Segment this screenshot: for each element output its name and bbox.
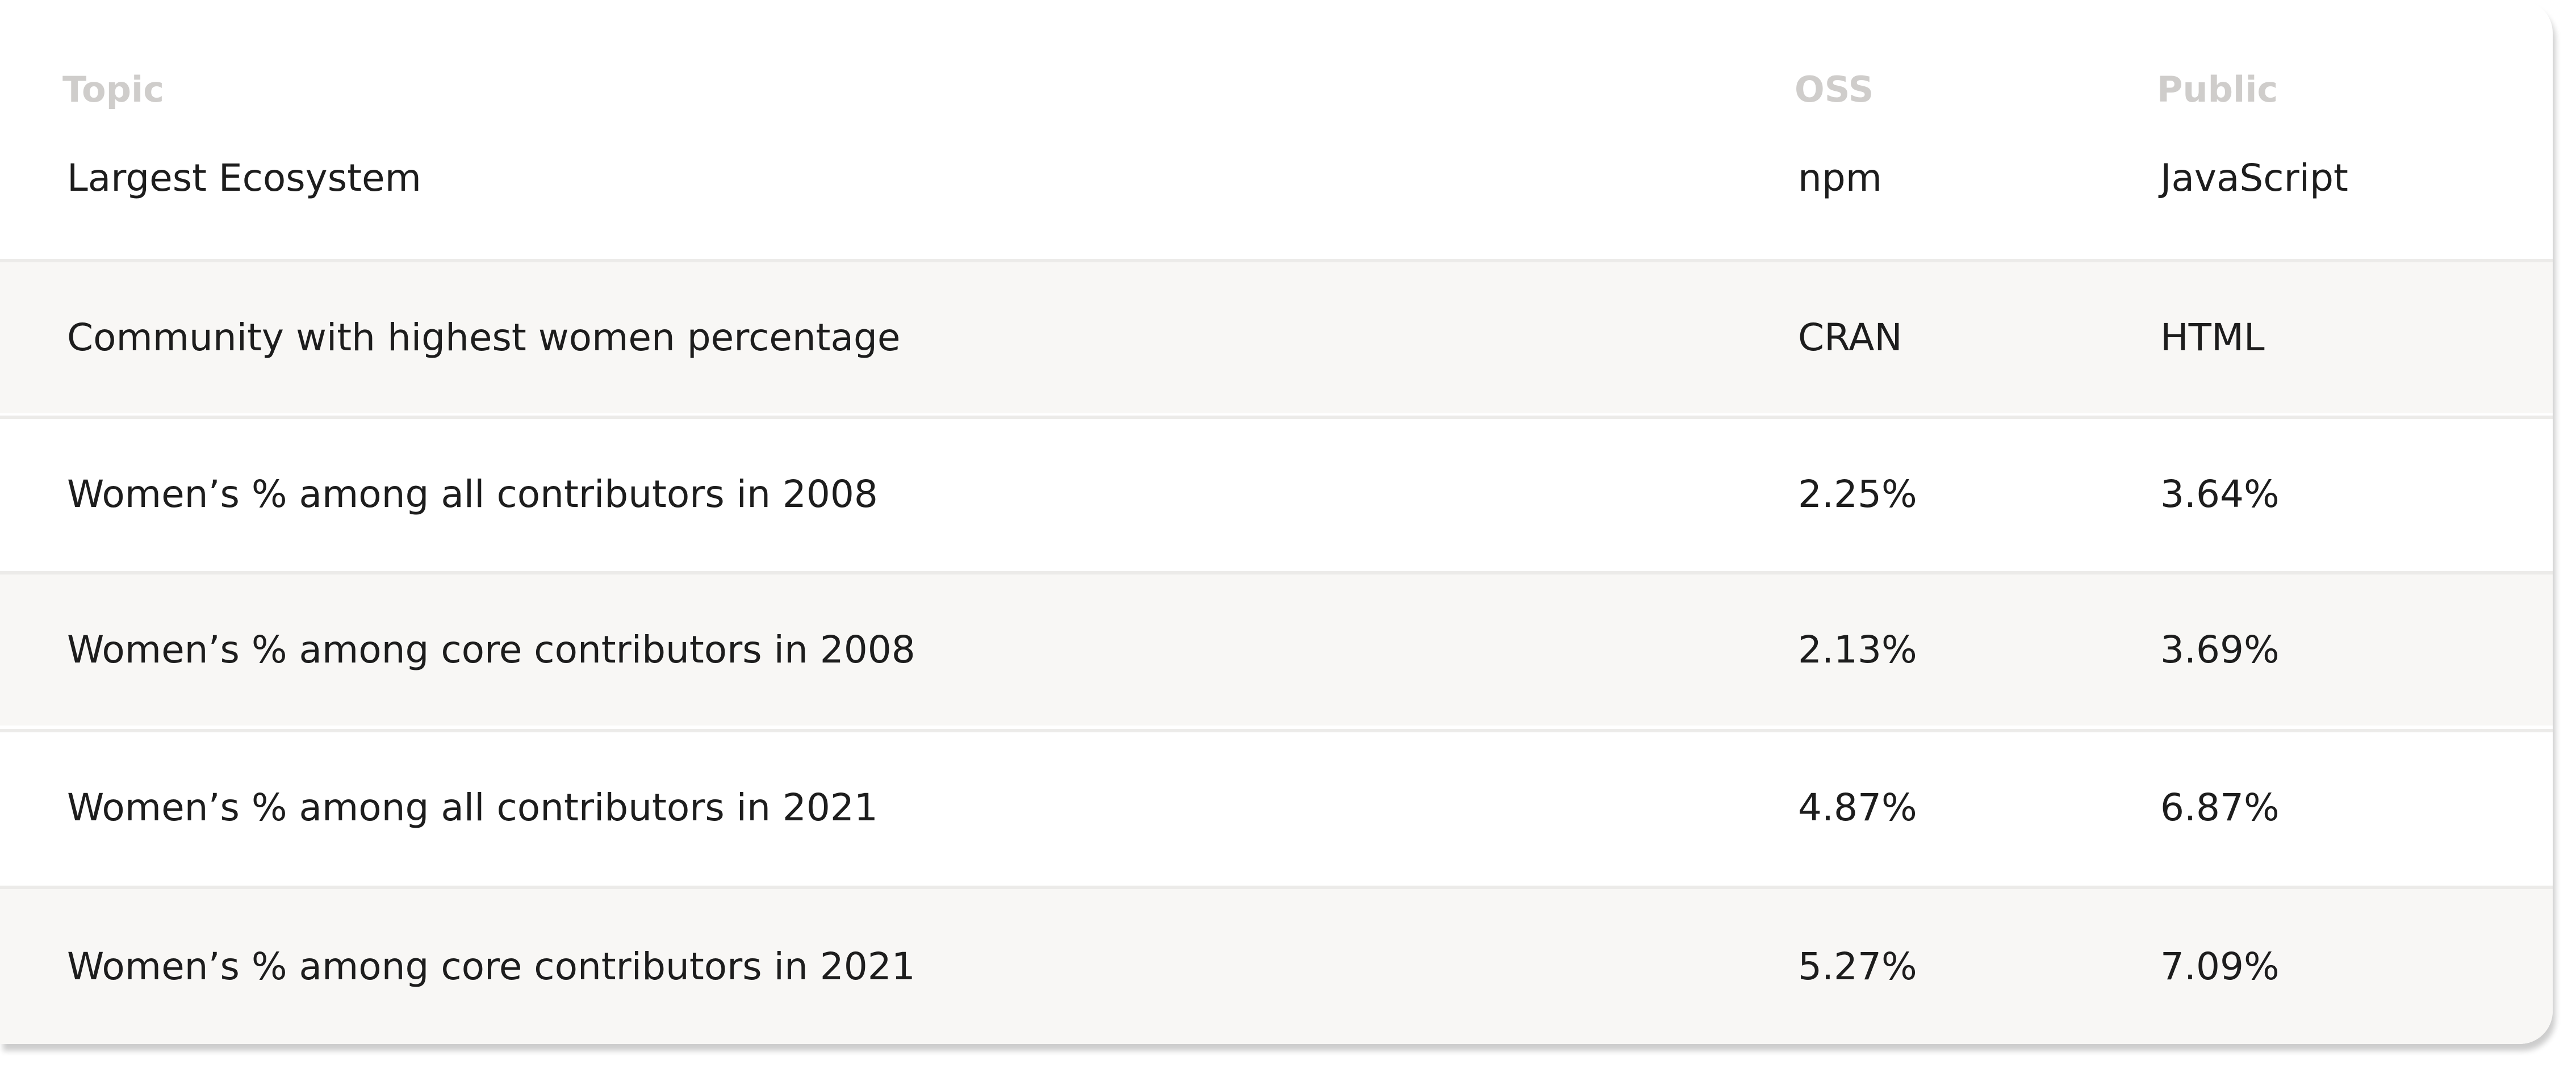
table-row: Women’s % among all contributors in 2008… (0, 416, 2553, 570)
cell-public: 3.69% (2160, 628, 2280, 672)
column-header-topic: Topic (62, 69, 165, 110)
cell-topic: Women’s % among core contributors in 200… (67, 628, 915, 672)
table-row: Women’s % among all contributors in 2021… (0, 729, 2553, 883)
cell-public: 7.09% (2160, 944, 2280, 988)
cell-topic: Community with highest women percentage (67, 316, 901, 359)
cell-oss: CRAN (1798, 316, 1902, 359)
cell-oss: 5.27% (1798, 944, 1917, 988)
comparison-table-card: Topic OSS Public Largest Ecosystem npm J… (0, 0, 2553, 1044)
cell-oss: 4.87% (1798, 786, 1917, 829)
table-row: Women’s % among core contributors in 200… (0, 571, 2553, 726)
cell-oss: npm (1798, 156, 1883, 200)
cell-topic: Largest Ecosystem (67, 156, 421, 200)
table-row: Women’s % among core contributors in 202… (0, 886, 2553, 1044)
table-row: Largest Ecosystem npm JavaScript (0, 108, 2553, 260)
cell-public: 6.87% (2160, 786, 2280, 829)
cell-topic: Women’s % among all contributors in 2021 (67, 786, 878, 829)
column-header-oss: OSS (1795, 69, 1874, 110)
cell-oss: 2.13% (1798, 628, 1917, 672)
cell-topic: Women’s % among all contributors in 2008 (67, 472, 878, 516)
column-header-public: Public (2157, 69, 2278, 110)
cell-oss: 2.25% (1798, 472, 1917, 516)
cell-public: 3.64% (2160, 472, 2280, 516)
cell-public: HTML (2160, 316, 2265, 359)
cell-topic: Women’s % among core contributors in 202… (67, 944, 915, 988)
cell-public: JavaScript (2160, 156, 2348, 200)
table-row: Community with highest women percentage … (0, 259, 2553, 413)
